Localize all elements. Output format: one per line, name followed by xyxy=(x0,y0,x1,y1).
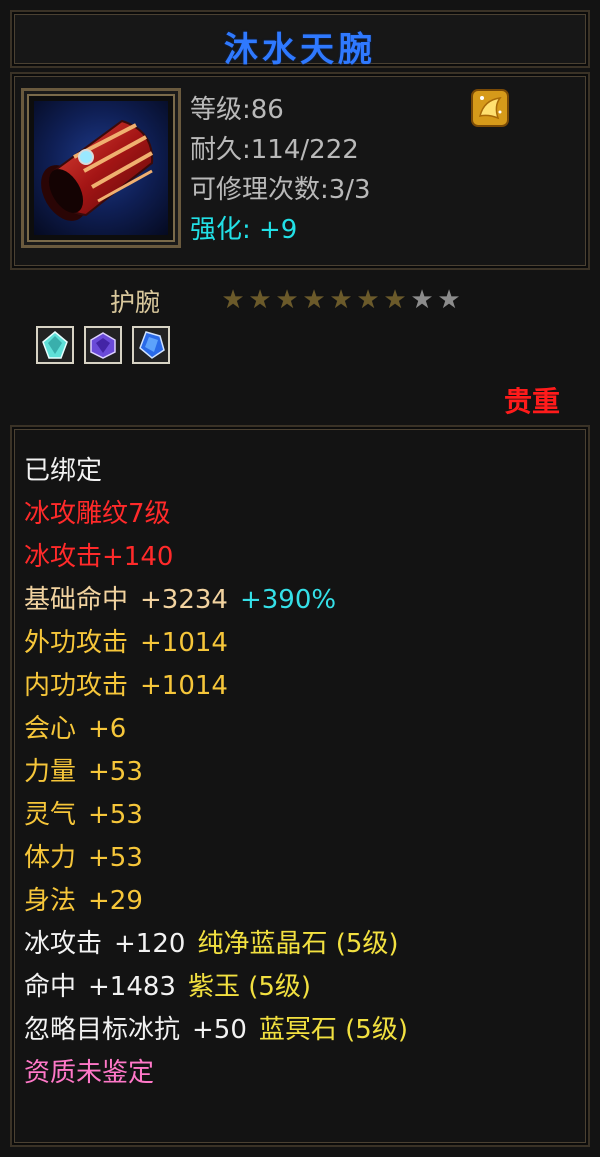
socket-slot-2[interactable] xyxy=(84,326,122,364)
socket-slot-3[interactable] xyxy=(132,326,170,364)
crit-label: 会心 xyxy=(24,714,77,744)
agility-label: 身法 xyxy=(24,886,77,916)
bound-status: 已绑定 xyxy=(24,456,103,486)
ice-attack-line: 冰攻击+140 xyxy=(24,542,174,572)
hit-line: 基础命中 +3234 +390% xyxy=(24,579,420,622)
gem1-value: +120 xyxy=(114,929,186,959)
title-frame: 沐水天腕 xyxy=(10,10,590,70)
star-filled-icon: ★ xyxy=(221,285,245,315)
spirit-value: +53 xyxy=(88,800,143,830)
vitality-label: 体力 xyxy=(24,843,77,873)
inner-attack-label: 内功攻击 xyxy=(24,671,129,701)
strength-label: 力量 xyxy=(24,757,77,787)
spirit-label: 灵气 xyxy=(24,800,77,830)
engrave-line: 冰攻雕纹7级 xyxy=(24,499,171,529)
aqua-gem-icon xyxy=(42,331,68,359)
blue-gem-icon xyxy=(139,331,165,359)
agility-line: 身法 +29 xyxy=(24,880,420,923)
item-name: 沐水天腕 xyxy=(224,30,376,70)
stat-enhance: 强化: +9 xyxy=(190,215,298,245)
crit-value: +6 xyxy=(88,714,127,744)
star-rating: ★ ★ ★ ★ ★ ★ ★ ★ ★ xyxy=(220,286,462,314)
quality-line: 资质未鉴定 xyxy=(24,1058,155,1088)
bracer-icon xyxy=(34,101,168,235)
gem2-line: 命中 +1483 紫玉 (5级) xyxy=(24,966,420,1009)
strength-value: +53 xyxy=(88,757,143,787)
crit-line: 会心 +6 xyxy=(24,708,420,751)
stat-level: 等级:86 xyxy=(190,95,284,125)
star-empty-icon: ★ xyxy=(410,285,434,315)
gem1-name: 纯净蓝晶石 (5级) xyxy=(197,929,399,959)
star-filled-icon: ★ xyxy=(275,285,299,315)
item-stats: 等级:86 耐久:114/222 可修理次数:3/3 强化: +9 xyxy=(190,90,371,250)
vitality-line: 体力 +53 xyxy=(24,837,420,880)
gem1-stat: 冰攻击 xyxy=(24,929,103,959)
gem1-line: 冰攻击 +120 纯净蓝晶石 (5级) xyxy=(24,923,420,966)
gem2-value: +1483 xyxy=(88,972,176,1002)
inner-attack-value: +1014 xyxy=(140,671,228,701)
star-filled-icon: ★ xyxy=(356,285,380,315)
attribute-list: 已绑定 冰攻雕纹7级 冰攻击+140 基础命中 +3234 +390% 外功攻击 +1… xyxy=(24,450,420,1095)
strength-line: 力量 +53 xyxy=(24,751,420,794)
agility-value: +29 xyxy=(88,886,143,916)
spirit-line: 灵气 +53 xyxy=(24,794,420,837)
gem3-line: 忽略目标冰抗 +50 蓝冥石 (5级) xyxy=(24,1009,420,1052)
outer-attack-line: 外功攻击 +1014 xyxy=(24,622,420,665)
star-filled-icon: ★ xyxy=(302,285,326,315)
purple-gem-icon xyxy=(90,332,116,359)
item-icon-frame[interactable] xyxy=(21,88,181,248)
rarity-label: 贵重 xyxy=(503,385,560,418)
socket-slot-1[interactable] xyxy=(36,326,74,364)
star-empty-icon: ★ xyxy=(437,285,461,315)
gem3-name: 蓝冥石 (5级) xyxy=(258,1015,408,1045)
gem2-stat: 命中 xyxy=(24,972,77,1002)
hit-value: +3234 xyxy=(140,585,228,615)
star-filled-icon: ★ xyxy=(329,285,353,315)
item-type: 护腕 xyxy=(110,288,161,317)
star-filled-icon: ★ xyxy=(248,285,272,315)
vitality-value: +53 xyxy=(88,843,143,873)
hit-percent: +390% xyxy=(239,585,337,615)
item-tooltip: 沐水天腕 等级:86 耐久:114/222 可修理次数:3/3 强化: +9 护… xyxy=(0,0,600,1157)
hit-label: 基础命中 xyxy=(24,585,129,615)
gem3-stat: 忽略目标冰抗 xyxy=(24,1015,181,1045)
star-filled-icon: ★ xyxy=(383,285,407,315)
gold-sparkle-icon xyxy=(470,88,510,128)
outer-attack-value: +1014 xyxy=(140,628,228,658)
inner-attack-line: 内功攻击 +1014 xyxy=(24,665,420,708)
gem3-value: +50 xyxy=(192,1015,247,1045)
stat-repair-count: 可修理次数:3/3 xyxy=(190,175,371,205)
gem2-name: 紫玉 (5级) xyxy=(187,972,312,1002)
outer-attack-label: 外功攻击 xyxy=(24,628,129,658)
stat-durability: 耐久:114/222 xyxy=(190,135,359,165)
